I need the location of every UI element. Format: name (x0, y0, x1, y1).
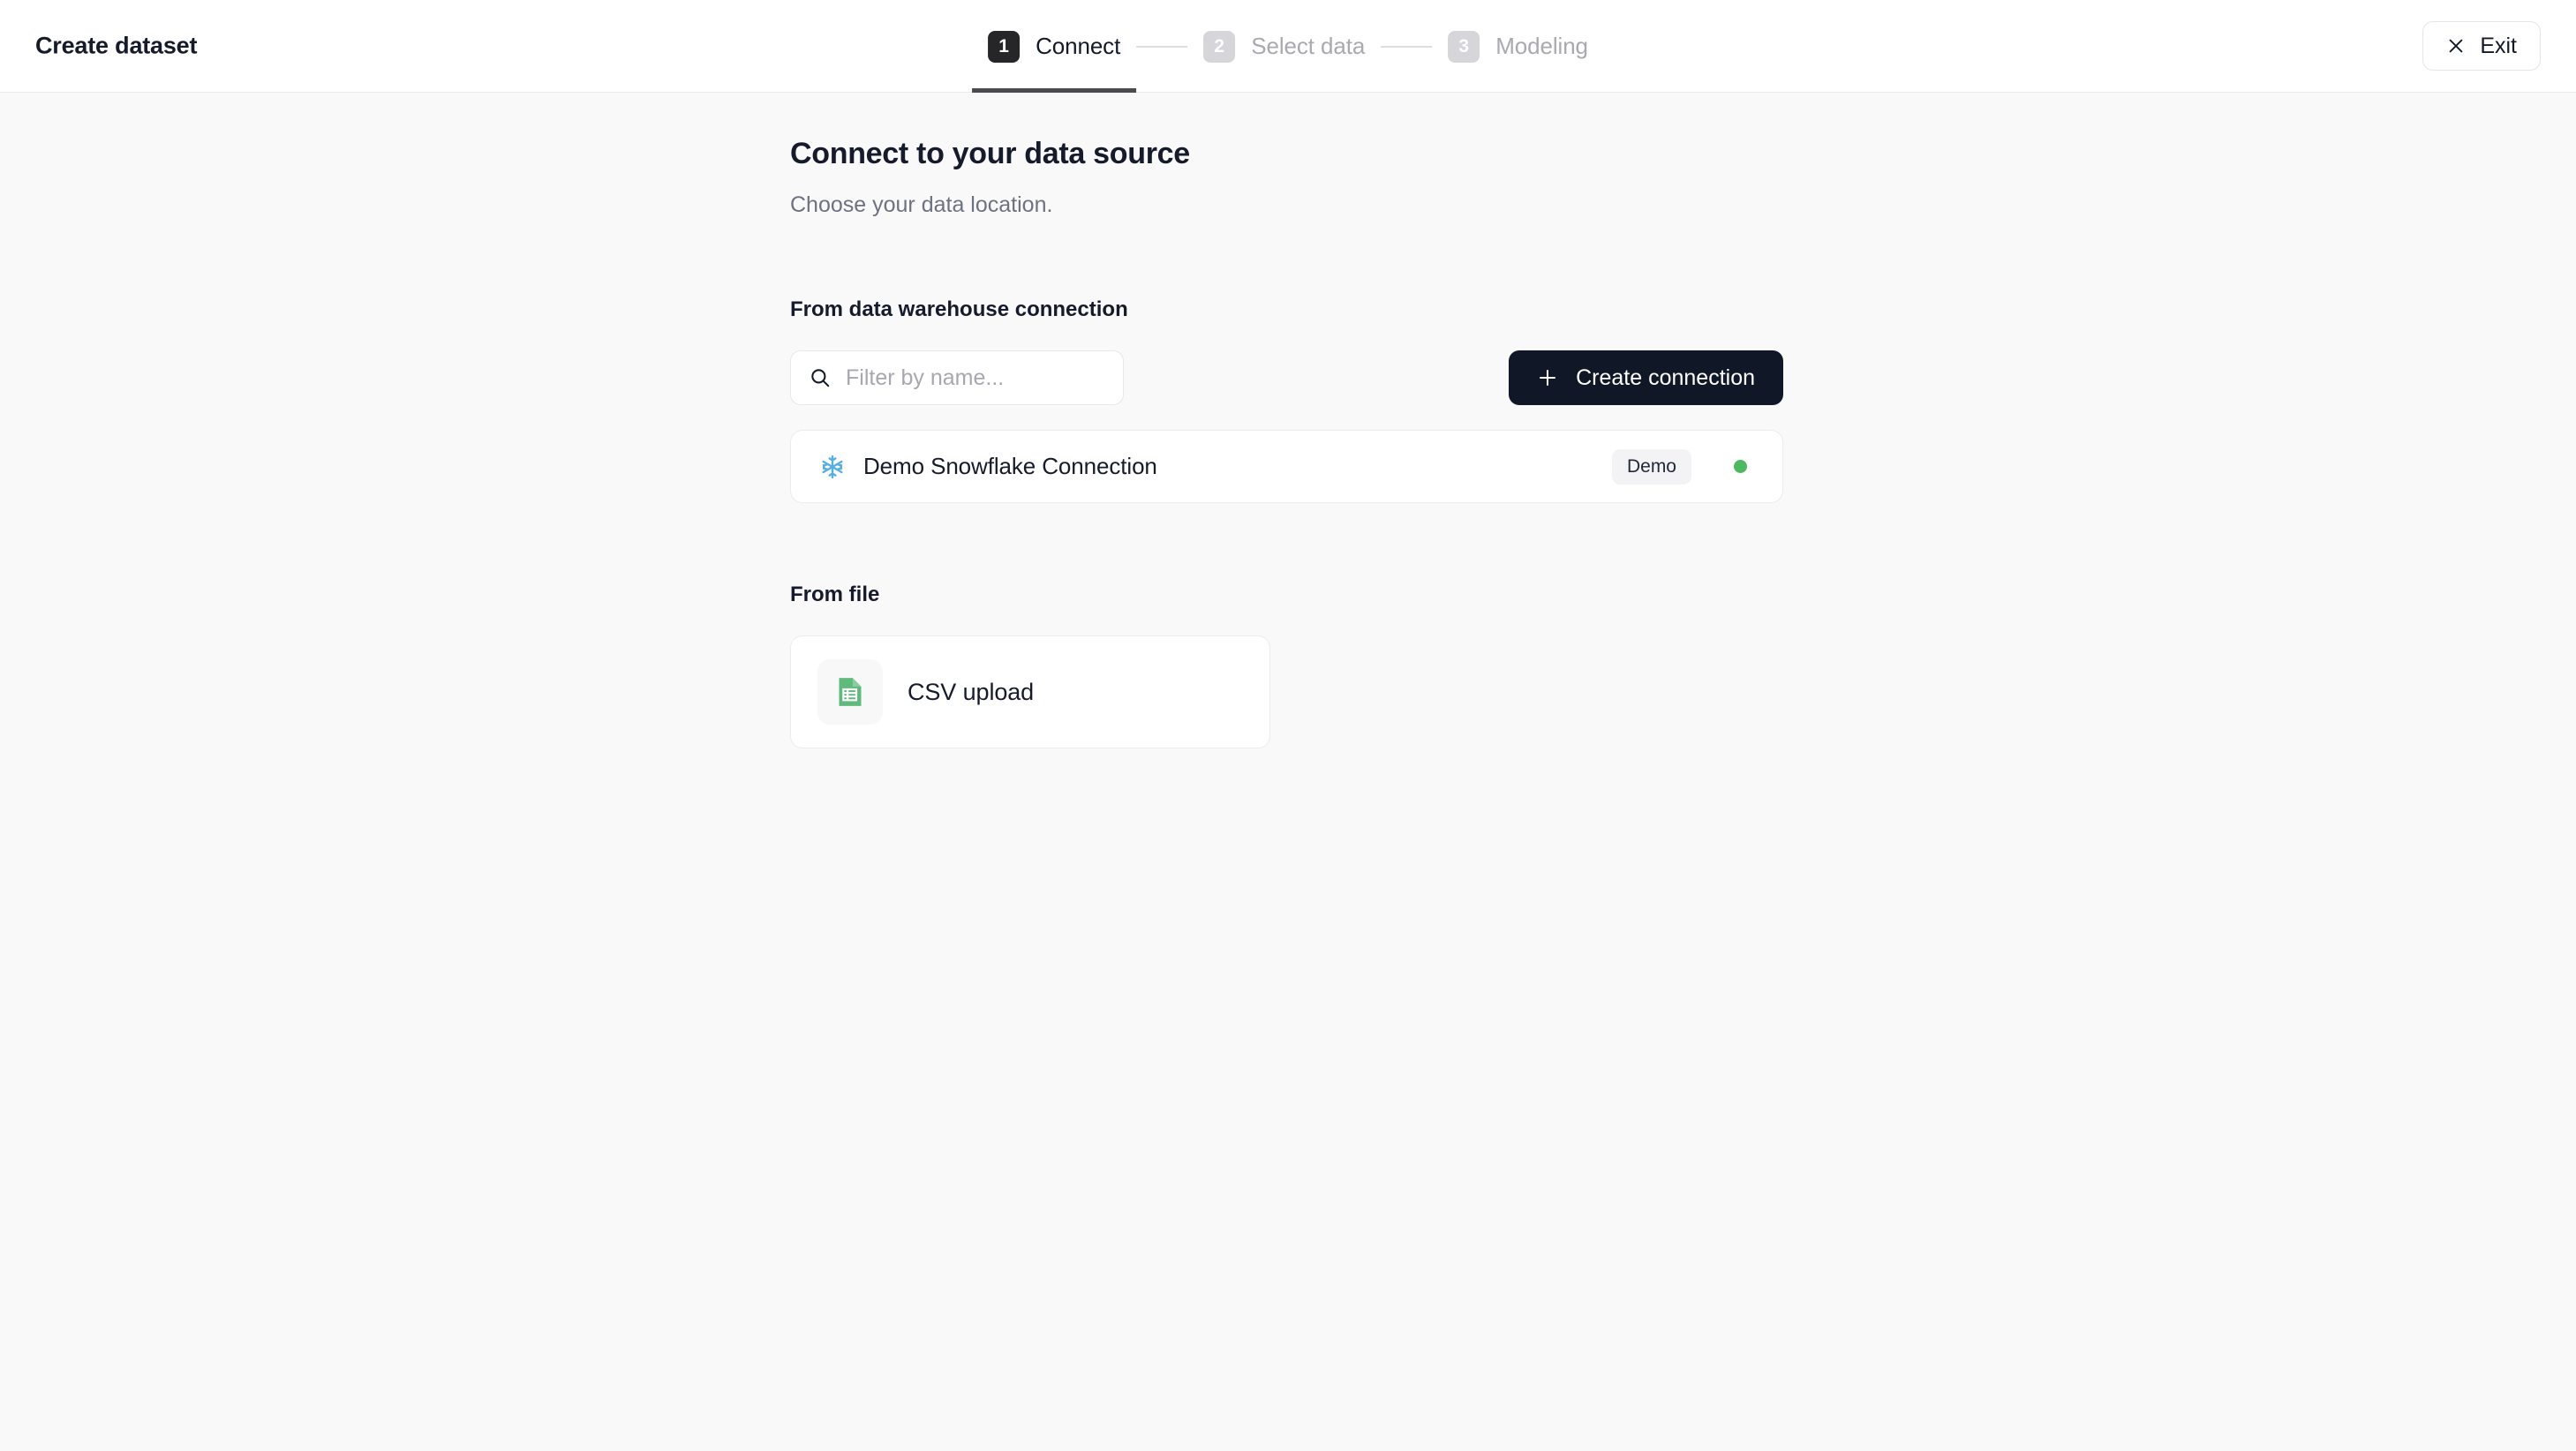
search-icon (811, 369, 830, 387)
step-connector-1 (1136, 45, 1188, 48)
step-label-connect: Connect (1036, 33, 1121, 59)
connection-row[interactable]: Demo Snowflake Connection Demo (790, 430, 1783, 503)
search-box[interactable] (790, 350, 1124, 405)
csv-upload-card[interactable]: CSV upload (790, 635, 1270, 748)
connection-badge: Demo (1611, 448, 1691, 485)
step-number-badge-2: 2 (1203, 30, 1236, 63)
content-subheading: Choose your data location. (790, 192, 1053, 217)
close-icon (2449, 39, 2463, 53)
step-modeling[interactable]: 3 Modeling (1432, 0, 1604, 93)
step-connector-2 (1381, 45, 1433, 48)
create-connection-button[interactable]: Create connection (1509, 350, 1783, 405)
connection-name: Demo Snowflake Connection (863, 453, 1157, 479)
step-select-data[interactable]: 2 Select data (1187, 0, 1381, 93)
warehouse-controls-row: Create connection (790, 350, 1783, 405)
section-title-file: From file (790, 583, 880, 606)
page-title: Create dataset (35, 32, 198, 59)
step-number-badge-3: 3 (1448, 30, 1480, 63)
step-label-modeling: Modeling (1495, 33, 1588, 59)
status-dot (1734, 460, 1747, 473)
step-label-select-data: Select data (1251, 33, 1366, 59)
csv-icon-wrapper (817, 659, 883, 725)
plus-icon (1540, 370, 1556, 386)
section-title-warehouse: From data warehouse connection (790, 297, 1128, 321)
create-connection-label: Create connection (1576, 365, 1755, 390)
csv-file-icon (839, 678, 862, 706)
file-card-list: CSV upload (790, 635, 2576, 748)
top-bar: Create dataset 1 Connect 2 Select data 3… (0, 0, 2576, 93)
step-number-badge-1: 1 (988, 30, 1021, 63)
snowflake-icon (822, 455, 843, 478)
step-connect[interactable]: 1 Connect (972, 0, 1137, 93)
content-heading: Connect to your data source (790, 137, 1190, 170)
connection-list: Demo Snowflake Connection Demo (790, 430, 2576, 503)
csv-upload-label: CSV upload (908, 678, 1035, 705)
exit-button[interactable]: Exit (2422, 21, 2541, 71)
search-input[interactable] (846, 365, 1105, 391)
wizard-stepper: 1 Connect 2 Select data 3 Modeling (972, 0, 1604, 93)
exit-button-label: Exit (2480, 33, 2517, 58)
main-content: Connect to your data source Choose your … (0, 93, 2576, 748)
